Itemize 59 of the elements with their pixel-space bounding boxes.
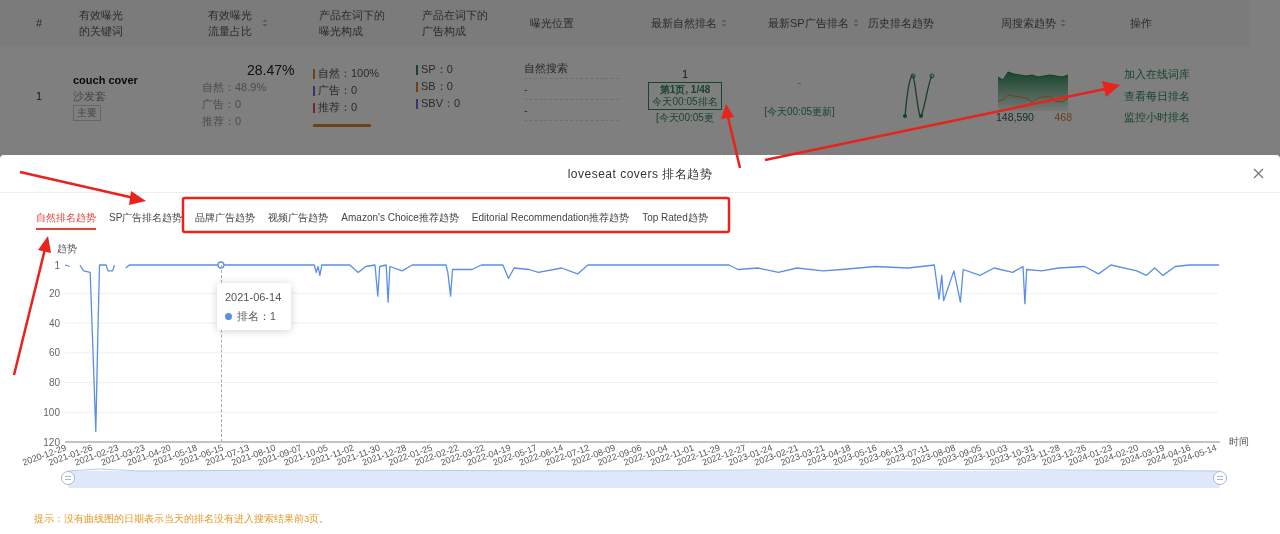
table-cell-text: 广告：0 <box>318 83 358 98</box>
table-cell-text: SB：0 <box>421 79 453 94</box>
table-cell-text: SP：0 <box>421 62 453 77</box>
dialog-title: loveseat covers 排名趋势 <box>567 165 713 183</box>
axis-label: 100 <box>43 406 60 418</box>
update-time: [今天00:05更新] <box>764 104 835 119</box>
data-point <box>217 261 225 269</box>
exposure-bar <box>313 124 371 127</box>
column-header: # <box>36 16 43 31</box>
tab[interactable]: Editorial Recommendation推荐趋势 <box>471 206 630 230</box>
placement-text: - <box>524 100 619 121</box>
axis-title: 趋势 <box>57 243 77 254</box>
column-header: 周搜索趋势 <box>1001 16 1056 31</box>
rank-badge: 第1页, 1/48 今天00:05排名 <box>648 82 722 110</box>
tooltip-date: 2021-06-14 <box>225 290 283 305</box>
column-header: 产品在词下的曝光构成 <box>319 8 386 39</box>
tab[interactable]: SP广告排名趋势 <box>109 206 183 230</box>
column-header: 有效曝光流量占比 <box>208 8 253 39</box>
annotation-arrow <box>721 104 742 169</box>
column-header: 历史排名趋势 <box>868 16 934 31</box>
sort-icon[interactable] <box>721 18 727 28</box>
column-header: 最新自然排名 <box>651 16 717 31</box>
placement-text: - <box>524 79 619 100</box>
hint-text: 提示：没有曲线图的日期表示当天的排名没有进入搜索结果前3页。 <box>34 512 330 526</box>
keyword-text: couch cover <box>73 72 139 88</box>
table-cell-text: 自然：100% <box>318 66 380 81</box>
tab[interactable]: Amazon's Choice推荐趋势 <box>341 206 459 230</box>
tab[interactable]: 视频广告趋势 <box>268 206 329 230</box>
sort-icon[interactable] <box>852 18 859 28</box>
tab[interactable]: Top Rated趋势 <box>642 206 708 230</box>
search-volume: 148,590 <box>996 111 1034 123</box>
share-value: 28.47% <box>246 62 296 79</box>
tab[interactable]: 品牌广告趋势 <box>195 206 256 230</box>
table-cell-text: SBV：0 <box>421 96 461 111</box>
placement-text: 自然搜索 <box>524 58 619 79</box>
axis-title: 时间 <box>1229 436 1249 447</box>
rank-value: - <box>797 74 802 90</box>
sort-icon[interactable] <box>262 18 268 28</box>
axis-label: 20 <box>48 287 60 299</box>
axis-label: 60 <box>48 347 60 359</box>
table-cell-text: 推荐：0 <box>318 100 358 115</box>
axis-label: 40 <box>48 317 60 329</box>
column-header: 有效曝光的关键词 <box>79 8 124 39</box>
sort-icon[interactable] <box>1060 18 1066 28</box>
tooltip-value: 排名：1 <box>237 308 276 324</box>
tab[interactable]: 自然排名趋势 <box>36 206 96 230</box>
column-header: 产品在词下的广告构成 <box>422 8 489 39</box>
rank-value: 1 <box>681 67 689 82</box>
search-volume: 468 <box>1054 111 1072 123</box>
slider-handle[interactable] <box>61 471 75 485</box>
close-icon[interactable] <box>1253 168 1264 179</box>
update-time: [今天00:05更 <box>656 111 714 125</box>
sparkline-drawing <box>902 72 936 120</box>
column-header: 最新SP广告排名 <box>768 16 849 31</box>
column-header: 操作 <box>1130 16 1152 31</box>
axis-label: 1 <box>54 259 60 271</box>
column-header: 曝光位置 <box>530 16 574 31</box>
axis-label: 80 <box>48 377 60 388</box>
table-cell-text: 1 <box>36 88 44 104</box>
